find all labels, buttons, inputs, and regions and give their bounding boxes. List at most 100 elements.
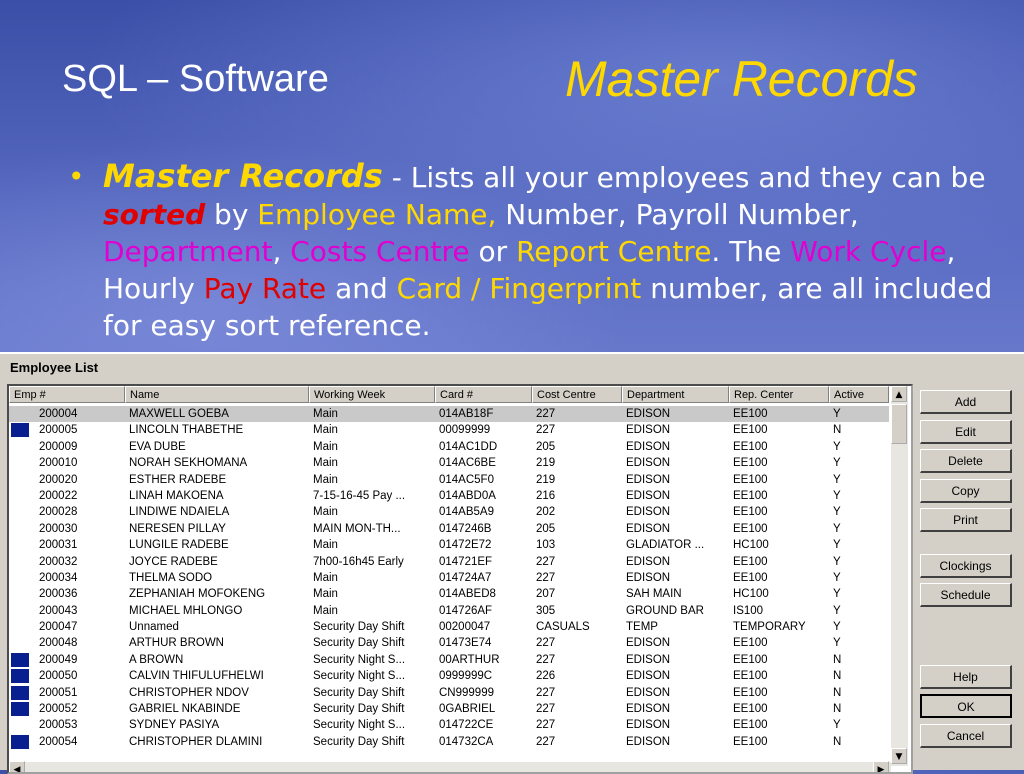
cell-emp: 200022 (39, 489, 78, 502)
cell-cost-centre: 227 (536, 719, 556, 732)
cell-name: CALVIN THIFULUFHELWI (129, 670, 264, 683)
table-row[interactable]: 200054 CHRISTOPHER DLAMINI Security Day Sh… (9, 734, 889, 750)
column-header-rep-center[interactable]: Rep. Center (729, 386, 829, 403)
table-row[interactable]: 200048 ARTHUR BROWN Security Day Shift 0147… (9, 635, 889, 651)
cell-emp: 200010 (39, 457, 78, 470)
table-row[interactable]: 200031 LUNGILE RADEBE Main 01472E72 103 GLADI… (9, 537, 889, 553)
bullet-text-8: and (326, 272, 397, 305)
table-row[interactable]: 200050 CALVIN THIFULUFHELWI Security Night… (9, 668, 889, 684)
schedule-button[interactable]: Schedule (920, 583, 1012, 607)
table-row[interactable]: 200020 ESTHER RADEBE Main 014AC5F0 219 EDISON… (9, 472, 889, 488)
cell-card: CN999999 (439, 686, 494, 699)
column-header-cost-centre[interactable]: Cost Centre (532, 386, 622, 403)
cell-working-week: Main (313, 457, 338, 470)
cell-emp: 200034 (39, 571, 78, 584)
cell-working-week: Security Day Shift (313, 637, 405, 650)
delete-button[interactable]: Delete (920, 449, 1012, 473)
vertical-scrollbar[interactable]: ▲ ▼ (891, 386, 908, 766)
cell-name: SYDNEY PASIYA (129, 719, 220, 732)
cell-active: Y (833, 555, 841, 568)
cell-card: 014724A7 (439, 571, 492, 584)
scroll-down-icon[interactable]: ▼ (891, 748, 907, 764)
cell-cost-centre: 227 (536, 408, 556, 420)
table-row[interactable]: 200032 JOYCE RADEBE 7h00-16h45 Early 014721… (9, 554, 889, 570)
cell-rep-center: HC100 (733, 588, 769, 601)
inactive-marker-icon (11, 734, 29, 749)
add-button[interactable]: Add (920, 390, 1012, 414)
cell-active: N (833, 686, 842, 699)
cell-department: EDISON (626, 555, 671, 568)
table-row[interactable]: 200049 A BROWN Security Night S... 00ARTHUR… (9, 652, 889, 668)
table-row[interactable]: 200005 LINCOLN THABETHE Main 00099999 227 EDI… (9, 422, 889, 438)
table-row[interactable]: 200030 NERESEN PILLAY MAIN MON-TH... 014724… (9, 521, 889, 537)
cancel-button[interactable]: Cancel (920, 724, 1012, 748)
cell-rep-center: EE100 (733, 555, 768, 568)
inactive-marker-icon (11, 702, 29, 717)
cell-card: 014AB5A9 (439, 506, 494, 519)
table-row[interactable]: 200053 SYDNEY PASIYA Security Night S... 01… (9, 717, 889, 733)
bullet-term: Master Records (103, 157, 383, 195)
column-header-emp[interactable]: Emp # (9, 386, 125, 403)
cell-cost-centre: CASUALS (536, 621, 590, 634)
table-row[interactable]: 200051 CHRISTOPHER NDOV Security Day Shift… (9, 685, 889, 701)
cell-name: NORAH SEKHOMANA (129, 457, 248, 470)
column-header-name[interactable]: Name (125, 386, 309, 403)
table-row[interactable]: 200052 GABRIEL NKABINDE Security Day Shift… (9, 701, 889, 717)
cell-cost-centre: 227 (536, 637, 556, 650)
cell-card: 01472E72 (439, 539, 492, 552)
cell-working-week: Security Night S... (313, 719, 406, 732)
cell-rep-center: HC100 (733, 539, 769, 552)
column-header-active[interactable]: Active (829, 386, 889, 403)
cell-cost-centre: 227 (536, 703, 556, 716)
edit-button[interactable]: Edit (920, 420, 1012, 444)
cell-department: EDISON (626, 424, 671, 437)
cell-department: EDISON (626, 489, 671, 502)
cell-working-week: Security Day Shift (313, 703, 405, 716)
cell-working-week: Main (313, 473, 338, 486)
ok-button[interactable]: OK (920, 694, 1012, 718)
slide-title-right: Master Records (565, 51, 918, 107)
table-row[interactable]: 200010 NORAH SEKHOMANA Main 014AC6BE 219 EDIS… (9, 455, 889, 471)
column-header-card[interactable]: Card # (435, 386, 532, 403)
cell-department: EDISON (626, 506, 671, 519)
scroll-thumb[interactable] (891, 404, 907, 444)
cell-card: 00ARTHUR (439, 653, 500, 666)
cell-name: JOYCE RADEBE (129, 555, 218, 568)
cell-cost-centre: 219 (536, 457, 556, 470)
inactive-marker-icon (11, 652, 29, 667)
cell-department: EDISON (626, 473, 671, 486)
horizontal-scrollbar[interactable]: ◀ ▶ (9, 761, 891, 772)
print-button[interactable]: Print (920, 508, 1012, 532)
inactive-marker-icon (11, 423, 29, 438)
cell-name: A BROWN (129, 653, 184, 666)
cell-name: THELMA SODO (129, 571, 213, 584)
scroll-up-icon[interactable]: ▲ (891, 386, 907, 402)
table-row[interactable]: 200036 ZEPHANIAH MOFOKENG Main 014ABED8 207 S… (9, 586, 889, 602)
table-row[interactable]: 200043 MICHAEL MHLONGO Main 014726AF 305 GROU… (9, 603, 889, 619)
cell-card: 014ABED8 (439, 588, 496, 601)
employee-listview[interactable]: Emp # Name Working Week Card # Cost Centre De… (7, 384, 913, 774)
cell-emp: 200048 (39, 637, 78, 650)
help-button[interactable]: Help (920, 665, 1012, 689)
column-header-working-week[interactable]: Working Week (309, 386, 435, 403)
cell-department: EDISON (626, 637, 671, 650)
cell-cost-centre: 103 (536, 539, 556, 552)
clockings-button[interactable]: Clockings (920, 554, 1012, 578)
copy-button[interactable]: Copy (920, 479, 1012, 503)
table-row[interactable]: 200047 Unnamed Security Day Shift 00200047 C… (9, 619, 889, 635)
table-row[interactable]: 200034 THELMA SODO Main 014724A7 227 EDISON EE… (9, 570, 889, 586)
column-header-department[interactable]: Department (622, 386, 729, 403)
cell-card: 014AC5F0 (439, 473, 494, 486)
cell-rep-center: IS100 (733, 604, 764, 617)
bullet-text-1: Lists all your employees and they can be (410, 161, 986, 194)
cell-rep-center: EE100 (733, 522, 768, 535)
bullet-text-4: , (272, 235, 291, 268)
table-row[interactable]: 200009 EVA DUBE Main 014AC1DD 205 EDISON EE100… (9, 439, 889, 455)
cell-rep-center: EE100 (733, 408, 768, 420)
table-row[interactable]: 200028 LINDIWE NDAIELA Main 014AB5A9 202 EDIS… (9, 504, 889, 520)
table-row[interactable]: 200022 LINAH MAKOENA 7-15-16-45 Pay ... 014… (9, 488, 889, 504)
cell-cost-centre: 205 (536, 440, 556, 453)
cell-card: 014732CA (439, 735, 494, 748)
table-row[interactable]: 200004 MAXWELL GOEBA Main 014AB18F 227 EDISON… (9, 406, 889, 423)
cell-active: Y (833, 621, 841, 634)
